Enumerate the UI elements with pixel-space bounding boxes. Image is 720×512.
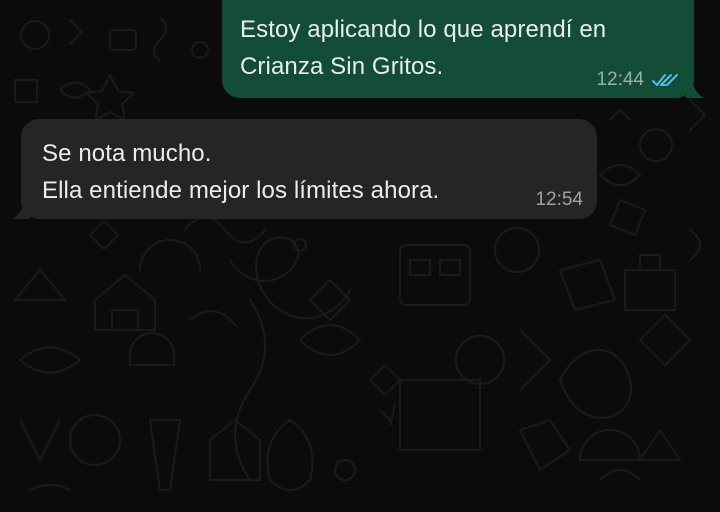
outgoing-message-meta: 12:44 <box>596 70 678 89</box>
outgoing-message-bubble[interactable]: Estoy aplicando lo que aprendí en Crianz… <box>222 0 694 98</box>
incoming-message-line-2: Ella entiende mejor los límites ahora. <box>42 177 440 204</box>
incoming-message-bubble[interactable]: Se nota mucho. Ella entiende mejor los l… <box>21 119 597 219</box>
outgoing-message-time: 12:44 <box>596 69 644 90</box>
incoming-message-line-1: Se nota mucho. <box>42 140 212 167</box>
outgoing-message-line-1: Estoy aplicando lo que aprendí en <box>240 16 607 43</box>
double-check-icon <box>652 73 678 86</box>
incoming-message-time: 12:54 <box>535 189 583 210</box>
incoming-message-meta: 12:54 <box>535 190 583 209</box>
